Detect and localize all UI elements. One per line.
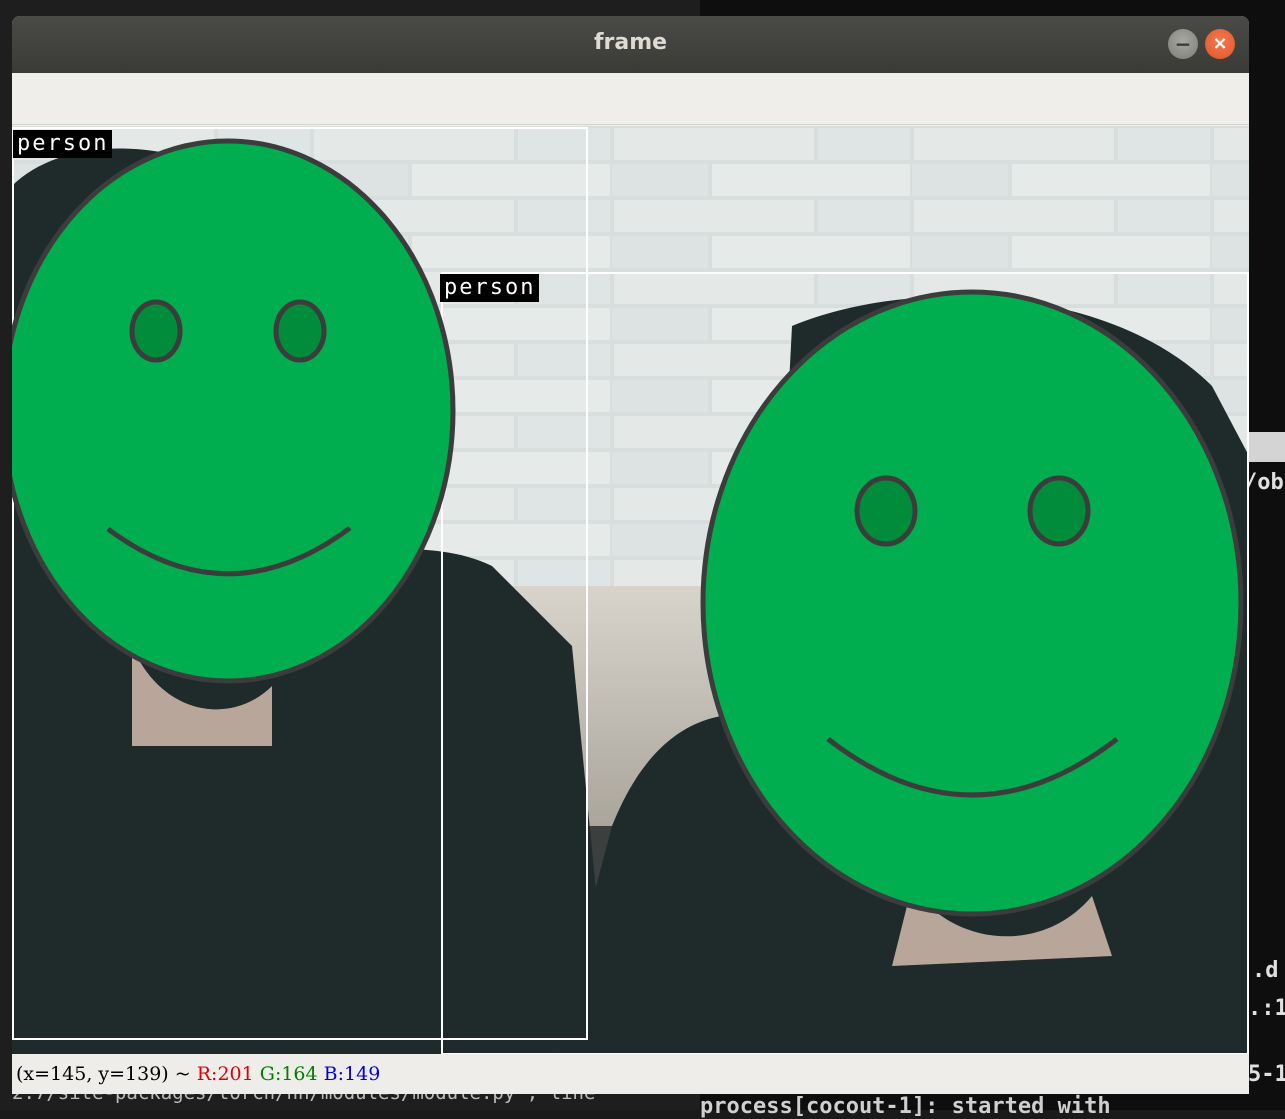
smiley-face-left — [12, 138, 456, 684]
camera-frame-image[interactable]: person person — [12, 126, 1249, 1054]
terminal-text-fragment: 5-1 — [1248, 1062, 1285, 1087]
detection-label-right: person — [440, 274, 540, 302]
smiley-face-right — [700, 289, 1244, 917]
toolbar — [12, 73, 1249, 125]
terminal-text-fragment: .:1 — [1248, 996, 1285, 1021]
face-shape — [12, 138, 456, 684]
close-button[interactable]: × — [1205, 29, 1235, 59]
status-bar: (x=145, y=139) ~ R:201 G:164 B:149 — [12, 1054, 1249, 1094]
eye-right — [273, 299, 327, 363]
eye-left — [129, 299, 183, 363]
terminal-text-fragment: process[cocout-1]: started with — [700, 1094, 1111, 1119]
window-title: frame — [593, 30, 668, 55]
background-panel-strip — [1248, 432, 1285, 462]
cursor-coordinates: (x=145, y=139) ~ — [16, 1063, 197, 1085]
title-bar[interactable]: frame − × — [12, 16, 1249, 73]
pixel-blue-value: B:149 — [323, 1063, 381, 1085]
terminal-text-fragment: /ob — [1244, 470, 1284, 495]
minimize-icon: − — [1174, 32, 1192, 56]
minimize-button[interactable]: − — [1168, 29, 1198, 59]
eye-left — [854, 475, 918, 547]
pixel-red-value: R:201 — [196, 1063, 254, 1085]
pixel-green-value: G:164 — [259, 1063, 318, 1085]
terminal-text-fragment: .d — [1252, 958, 1279, 983]
camera-frame-canvas — [12, 126, 1249, 1054]
detection-label-left: person — [13, 130, 113, 158]
eye-right — [1027, 475, 1091, 547]
face-shape — [700, 289, 1244, 917]
close-icon: × — [1212, 33, 1228, 54]
frame-window[interactable]: frame − × person person (x=145, y=139) ~… — [12, 16, 1249, 1094]
